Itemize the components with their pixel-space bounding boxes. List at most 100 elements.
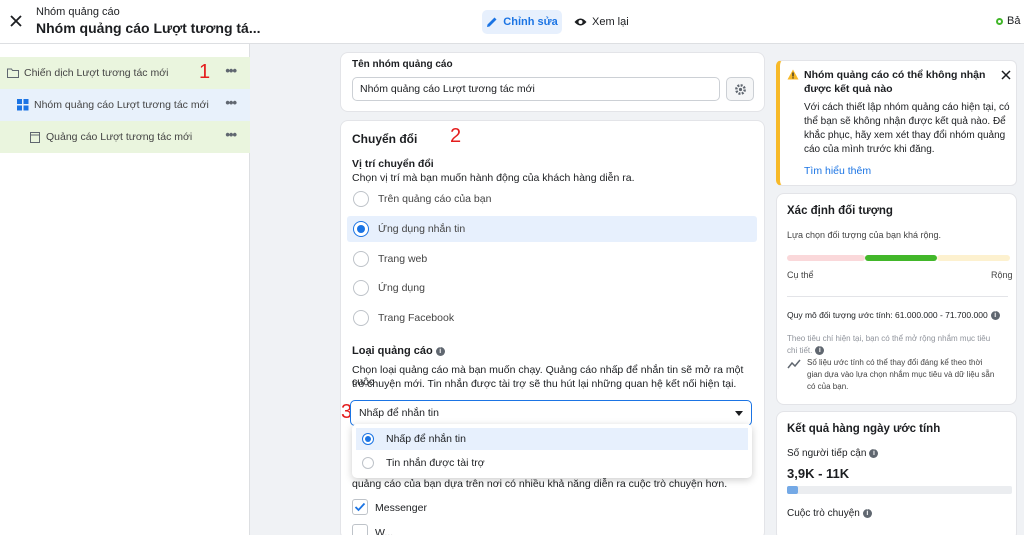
- ad-type-label: Loại quảng cáo: [352, 345, 433, 357]
- audience-meter-fill: [865, 255, 937, 261]
- adset-name-value: Nhóm quảng cáo Lượt tương tác mới: [360, 83, 535, 95]
- audience-meter-narrow: [787, 255, 865, 261]
- close-icon[interactable]: [1001, 70, 1011, 80]
- messenger-label: Messenger: [375, 502, 427, 514]
- dropdown-option-label: Nhấp để nhắn tin: [386, 433, 466, 445]
- warning-icon: [787, 69, 799, 80]
- status-label: Bả: [1007, 15, 1021, 27]
- radio-label: Trên quảng cáo của bạn: [378, 193, 492, 205]
- caret-down-icon: [735, 411, 743, 416]
- annotation-marker-2: 2: [450, 125, 462, 147]
- radio-button[interactable]: [353, 191, 369, 207]
- radio-button-selected[interactable]: [362, 433, 374, 445]
- audience-meter-right-label: Rộng: [991, 270, 1013, 280]
- grid-icon: [17, 99, 29, 111]
- ad-document-icon: [30, 131, 40, 143]
- messenger-checkbox[interactable]: [352, 499, 368, 515]
- review-button[interactable]: Xem lại: [574, 10, 629, 34]
- ad-type-heading: Loại quảng cáo i: [352, 345, 445, 357]
- audience-subtitle: Lựa chọn đối tượng của bạn khá rộng.: [787, 230, 942, 240]
- tree-item-label: Chiến dịch Lượt tương tác mới: [24, 67, 169, 79]
- audience-size-row: Quy mô đối tượng ước tính: 61.000.000 - …: [787, 310, 1000, 320]
- settings-button[interactable]: [726, 77, 754, 101]
- status-indicator[interactable]: Bả: [996, 15, 1020, 27]
- radio-button[interactable]: [362, 457, 374, 469]
- audience-note-line-1: Theo tiêu chí hiện tại, bạn có thể mở rộ…: [787, 334, 991, 343]
- radio-option-app[interactable]: Ứng dụng: [347, 275, 757, 301]
- audience-note-row: chi tiết. i: [787, 346, 825, 355]
- audience-size: Quy mô đối tượng ước tính: 61.000.000 - …: [787, 310, 988, 320]
- reach-row: Số người tiếp cận i: [787, 448, 879, 459]
- info-icon[interactable]: i: [435, 347, 445, 356]
- gear-icon: [734, 83, 746, 95]
- info-icon[interactable]: i: [869, 449, 879, 458]
- campaign-tree-panel: Chiến dịch Lượt tương tác mới ••• Nhóm q…: [0, 44, 250, 535]
- warning-title-line-1: Nhóm quảng cáo có thể không nhận: [804, 69, 986, 81]
- tree-item-label: Quảng cáo Lượt tương tác mới: [46, 131, 193, 143]
- more-options-icon[interactable]: •••: [225, 128, 237, 141]
- second-platform-checkbox[interactable]: [352, 524, 368, 535]
- radio-option-website[interactable]: Trang web: [347, 246, 757, 272]
- radio-option-messaging-app[interactable]: Ứng dụng nhắn tin: [347, 216, 757, 242]
- close-icon[interactable]: [9, 14, 23, 28]
- conversion-location-label: Vị trí chuyển đổi: [352, 158, 434, 170]
- dropdown-option-sponsored-message[interactable]: Tin nhắn được tài trợ: [356, 452, 748, 474]
- reach-value: 3,9K - 11K: [787, 466, 850, 481]
- annotation-marker-1: 1: [199, 61, 211, 83]
- reach-label: Số người tiếp cận: [787, 448, 867, 459]
- audience-estimate-line-3: có của bạn.: [807, 382, 849, 391]
- ad-type-dropdown[interactable]: Nhấp để nhắn tin: [350, 400, 752, 426]
- ad-type-after-text: quảng cáo của bạn dựa trên nơi có nhiều …: [352, 478, 728, 490]
- eye-icon: [574, 18, 587, 26]
- radio-button[interactable]: [353, 251, 369, 267]
- reach-bar-track: [787, 486, 1012, 494]
- warning-title-line-2: được kết quả nào: [804, 83, 893, 95]
- info-icon[interactable]: i: [862, 509, 872, 518]
- conversion-title: Chuyển đổi: [352, 132, 418, 146]
- review-button-label: Xem lại: [592, 16, 629, 28]
- radio-button-selected[interactable]: [353, 221, 369, 237]
- tree-item-adset[interactable]: Nhóm quảng cáo Lượt tương tác mới •••: [0, 89, 250, 121]
- info-icon[interactable]: i: [990, 311, 1000, 320]
- tree-item-campaign[interactable]: Chiến dịch Lượt tương tác mới •••: [0, 57, 250, 89]
- second-platform-label: W...: [375, 527, 394, 535]
- folder-icon: [7, 68, 19, 78]
- warning-card: Nhóm quảng cáo có thể không nhận được kế…: [776, 60, 1017, 186]
- learn-more-link[interactable]: Tìm hiểu thêm: [804, 165, 871, 177]
- page-subtitle: Nhóm quảng cáo: [36, 6, 120, 18]
- radio-button[interactable]: [353, 280, 369, 296]
- top-bar: Nhóm quảng cáo Nhóm quảng cáo Lượt tương…: [0, 0, 1024, 44]
- ad-type-dropdown-value: Nhấp để nhắn tin: [359, 407, 439, 419]
- audience-title: Xác định đối tượng: [787, 205, 893, 217]
- more-options-icon[interactable]: •••: [225, 64, 237, 77]
- divider: [787, 296, 1008, 297]
- warning-body-line-1: Với cách thiết lập nhóm quảng cáo hiện t…: [804, 102, 1010, 113]
- more-options-icon[interactable]: •••: [225, 96, 237, 109]
- warning-body-line-4: cáo của mình trước khi đăng.: [804, 144, 935, 155]
- status-dot-icon: [996, 17, 1003, 25]
- pencil-icon: [487, 17, 497, 27]
- adset-name-input[interactable]: Nhóm quảng cáo Lượt tương tác mới: [352, 77, 720, 101]
- radio-label: Trang web: [378, 253, 428, 265]
- audience-definition-card: Xác định đối tượng Lựa chọn đối tượng củ…: [776, 193, 1017, 405]
- conversations-row: Cuộc trò chuyện i: [787, 508, 872, 519]
- dropdown-option-label: Tin nhắn được tài trợ: [386, 457, 485, 469]
- edit-button-label: Chỉnh sửa: [503, 16, 558, 28]
- radio-option-on-ad[interactable]: Trên quảng cáo của bạn: [347, 186, 757, 212]
- info-icon[interactable]: i: [815, 346, 825, 355]
- audience-meter-left-label: Cụ thể: [787, 270, 814, 280]
- audience-note-line-2: chi tiết.: [787, 346, 813, 355]
- edit-button[interactable]: Chỉnh sửa: [482, 10, 562, 34]
- audience-estimate-line-1: Số liệu ước tính có thể thay đổi đáng kể…: [807, 358, 983, 367]
- warning-body-line-2: thể bạn sẽ không nhận được kết quả nào. …: [804, 116, 1006, 127]
- tree-item-ad[interactable]: Quảng cáo Lượt tương tác mới •••: [0, 121, 250, 153]
- radio-button[interactable]: [353, 310, 369, 326]
- conversion-location-help: Chọn vị trí mà bạn muốn hành động của kh…: [352, 172, 635, 184]
- adset-name-label: Tên nhóm quảng cáo: [352, 59, 453, 70]
- dropdown-option-click-to-message[interactable]: Nhấp để nhắn tin: [356, 428, 748, 450]
- radio-label: Trang Facebook: [378, 312, 455, 324]
- ad-type-dropdown-menu: Nhấp để nhắn tin Tin nhắn được tài trợ: [352, 424, 752, 478]
- radio-option-facebook-page[interactable]: Trang Facebook: [347, 305, 757, 331]
- audience-meter-broad: [937, 255, 1010, 261]
- tree-item-label: Nhóm quảng cáo Lượt tương tác mới: [34, 99, 209, 111]
